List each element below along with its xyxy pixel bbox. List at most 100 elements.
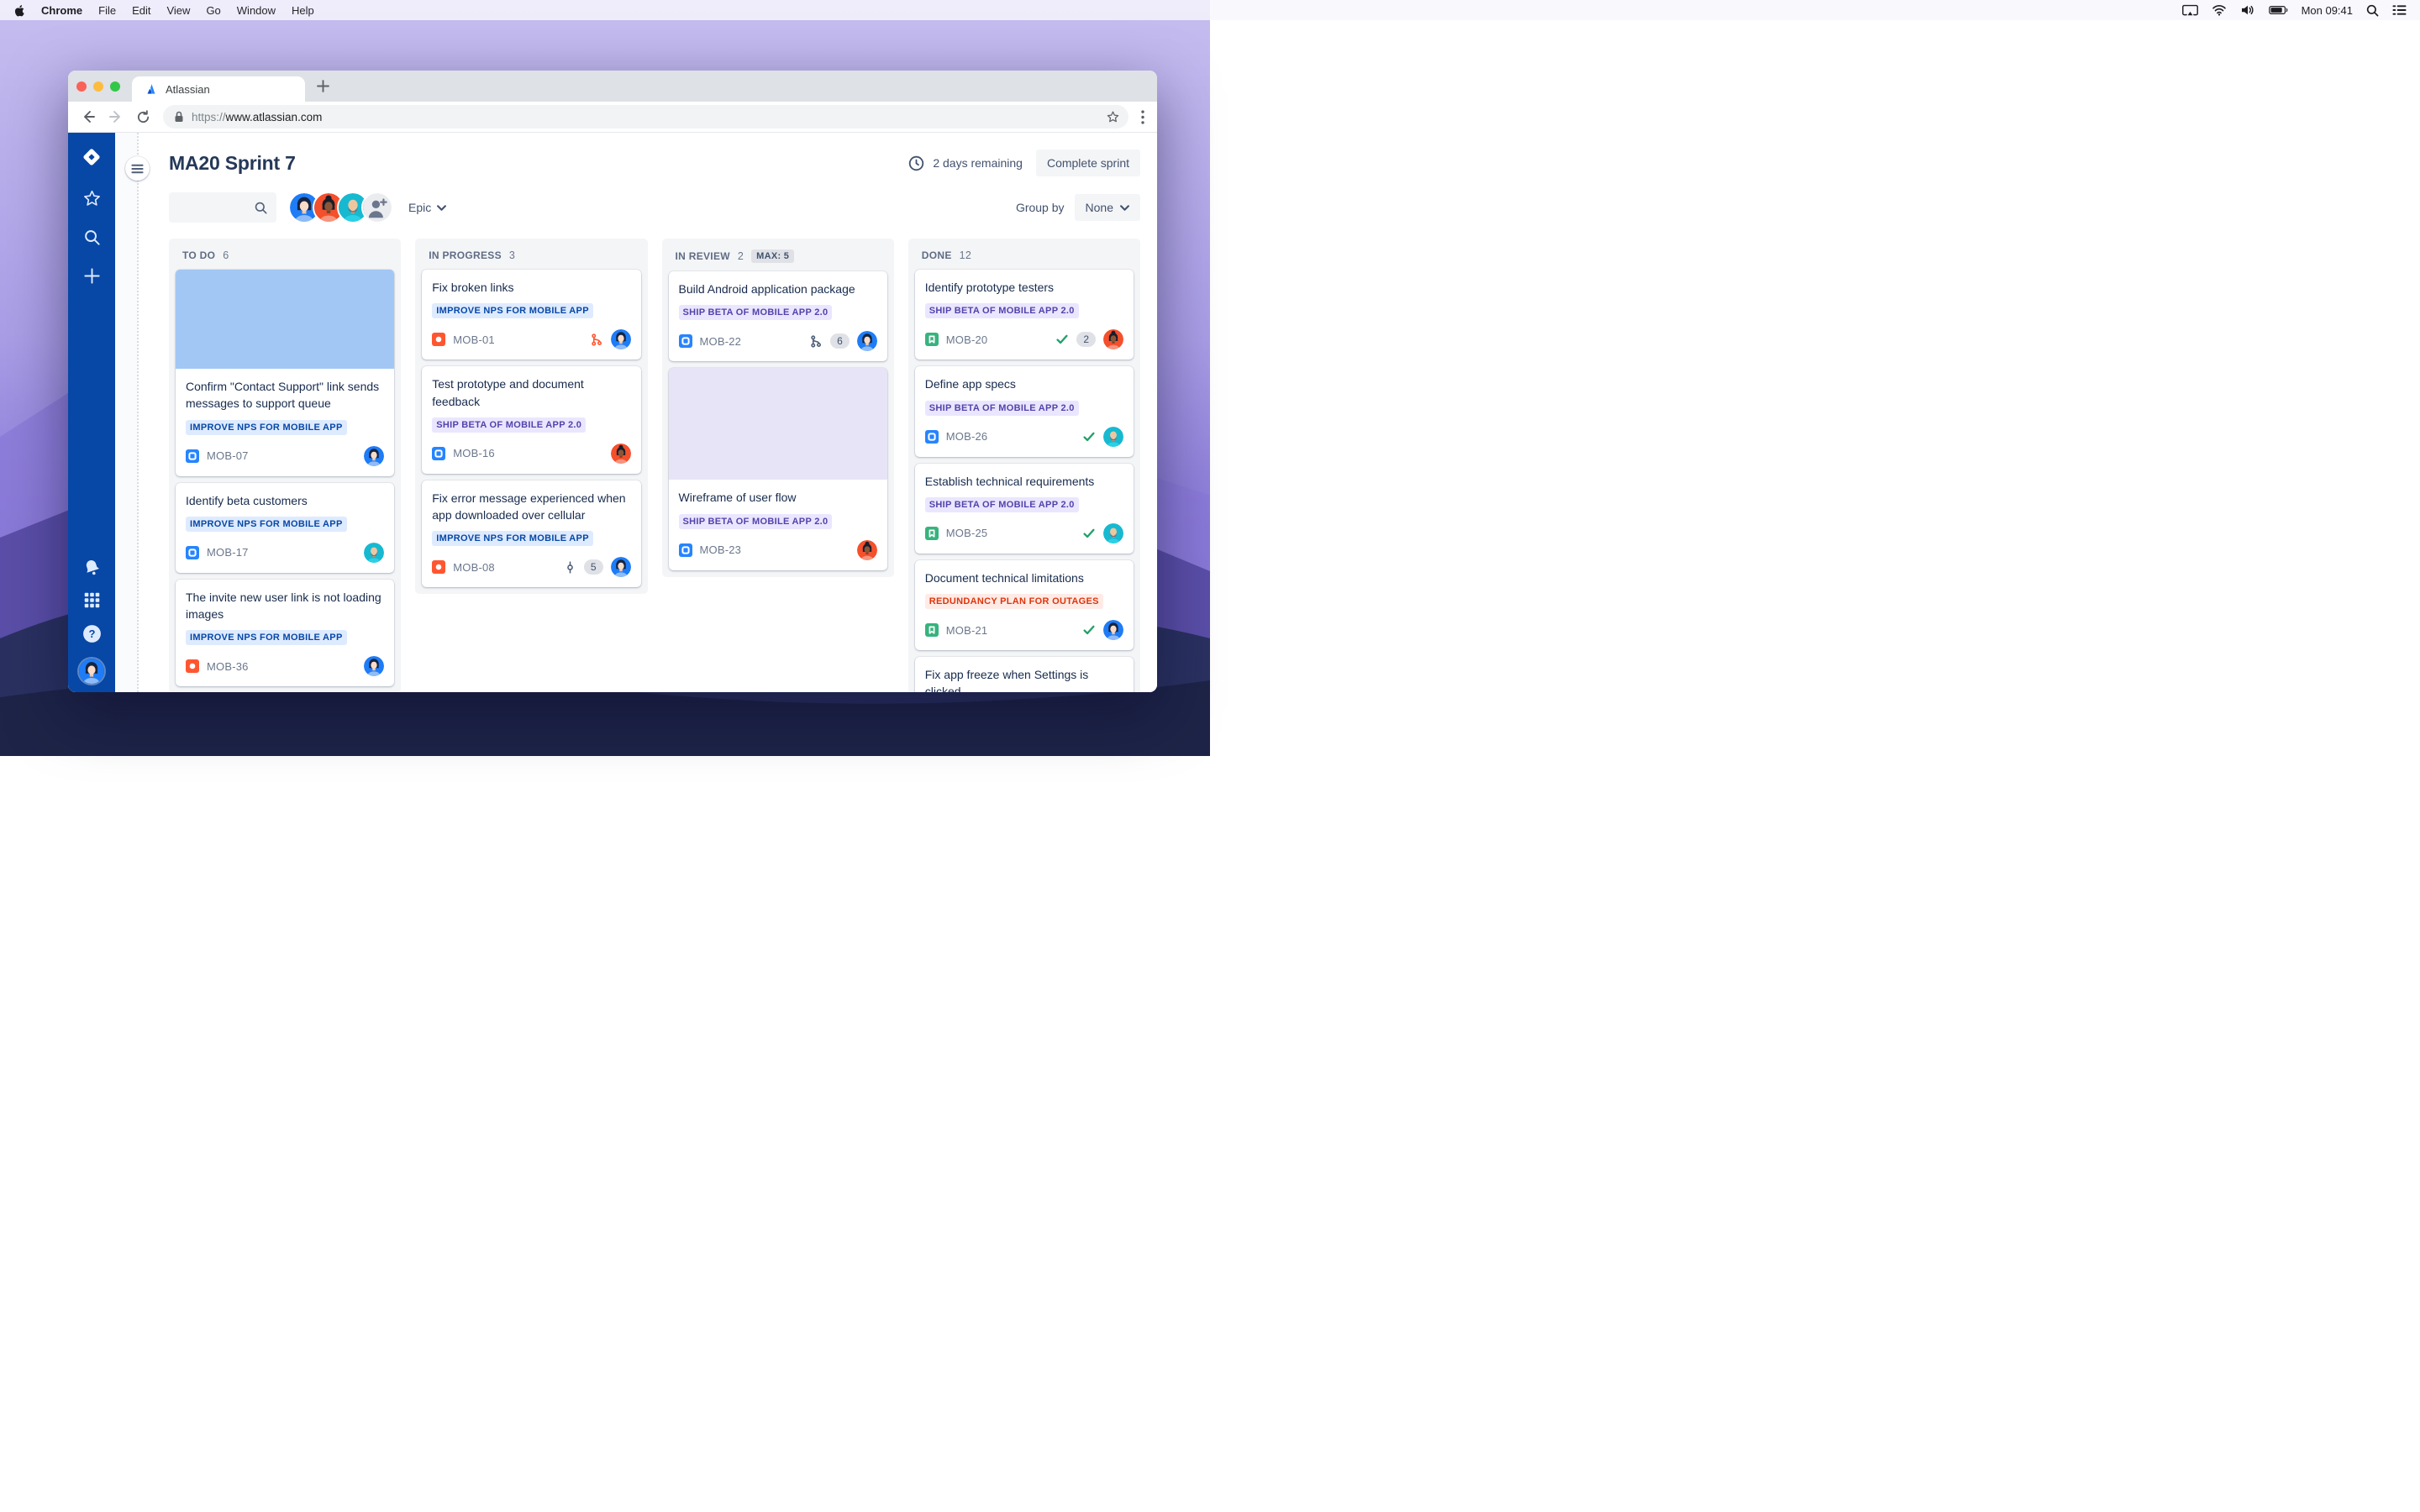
clock-icon (908, 155, 924, 171)
issue-card[interactable]: Test prototype and document feedback SHI… (422, 366, 641, 474)
menu-item-go[interactable]: Go (206, 4, 220, 17)
help-icon[interactable]: ? (82, 623, 103, 644)
menu-clock[interactable]: Mon 09:41 (2302, 4, 2353, 17)
card-title: Identify beta customers (186, 493, 308, 507)
control-center-list-icon[interactable] (2392, 4, 2407, 16)
epic-badge[interactable]: SHIP BETA OF MOBILE APP 2.0 (678, 513, 833, 529)
assignee-avatar[interactable] (856, 331, 877, 352)
issue-key: MOB-22 (699, 334, 742, 348)
task-type-icon (678, 334, 692, 349)
card-title: Document technical limitations (924, 570, 1084, 585)
epic-badge[interactable]: REDUNDANCY PLAN FOR OUTAGES (924, 594, 1103, 610)
apple-logo-icon[interactable] (13, 3, 25, 17)
issue-card[interactable]: Identify prototype testers SHIP BETA OF … (914, 270, 1134, 360)
app-switcher-grid-icon[interactable] (83, 591, 101, 609)
bookmark-star-icon[interactable] (1106, 110, 1120, 124)
menu-item-help[interactable]: Help (292, 4, 314, 17)
assignee-avatar[interactable] (610, 329, 631, 350)
jira-app: ? MA20 Sprint 7 2 days remaining Complet… (68, 133, 1157, 692)
battery-icon[interactable] (2268, 5, 2288, 15)
group-by-dropdown[interactable]: None (1074, 194, 1140, 221)
card-title: Identify prototype testers (924, 281, 1055, 294)
story-type-icon (924, 623, 939, 638)
assignee-avatar[interactable] (1103, 620, 1123, 641)
minimize-window-button[interactable] (93, 81, 103, 92)
epic-filter-dropdown[interactable]: Epic (408, 201, 447, 214)
add-people-button[interactable] (363, 193, 392, 222)
assignee-avatar[interactable] (364, 656, 385, 677)
reload-button[interactable] (136, 109, 150, 124)
assignee-avatar[interactable] (364, 445, 385, 466)
issue-key: MOB-25 (945, 527, 988, 540)
assignee-avatar[interactable] (610, 557, 631, 578)
epic-badge[interactable]: IMPROVE NPS FOR MOBILE APP (432, 303, 593, 319)
epic-badge[interactable]: SHIP BETA OF MOBILE APP 2.0 (924, 303, 1079, 319)
address-bar[interactable]: https://www.atlassian.com (163, 105, 1128, 129)
count-badge: 5 (583, 559, 603, 575)
browser-tab[interactable]: Atlassian (132, 76, 305, 102)
issue-card[interactable]: The invite new user link is not loading … (176, 579, 395, 687)
issue-key: MOB-07 (207, 449, 249, 463)
epic-badge[interactable]: IMPROVE NPS FOR MOBILE APP (186, 516, 347, 532)
issue-card[interactable]: Fix broken links IMPROVE NPS FOR MOBILE … (422, 270, 641, 360)
assignee-avatar[interactable] (610, 443, 631, 464)
issue-card[interactable]: Define app specs SHIP BETA OF MOBILE APP… (914, 366, 1134, 457)
days-remaining-text: 2 days remaining (933, 156, 1023, 170)
svg-text:?: ? (88, 627, 95, 640)
issue-card[interactable]: Confirm "Contact Support" link sends mes… (176, 270, 395, 476)
epic-badge[interactable]: SHIP BETA OF MOBILE APP 2.0 (678, 305, 833, 321)
issue-key: MOB-01 (453, 333, 495, 346)
epic-badge[interactable]: IMPROVE NPS FOR MOBILE APP (432, 531, 593, 547)
issue-card[interactable]: Wireframe of user flow SHIP BETA OF MOBI… (668, 368, 887, 570)
assignee-avatar[interactable] (1103, 522, 1123, 543)
profile-avatar[interactable] (79, 659, 104, 684)
menu-item-view[interactable]: View (166, 4, 190, 17)
close-window-button[interactable] (76, 81, 87, 92)
issue-card[interactable]: Document technical limitations REDUNDANC… (914, 559, 1134, 651)
window-controls (76, 81, 120, 92)
assignee-avatar[interactable] (1103, 329, 1123, 350)
epic-badge[interactable]: IMPROVE NPS FOR MOBILE APP (186, 630, 347, 646)
epic-badge[interactable]: SHIP BETA OF MOBILE APP 2.0 (432, 417, 587, 433)
forward-button[interactable] (108, 109, 124, 124)
spotlight-search-icon[interactable] (2366, 4, 2379, 17)
atlassian-favicon-icon (145, 82, 158, 96)
menu-item-file[interactable]: File (98, 4, 116, 17)
assignee-avatar[interactable] (364, 542, 385, 563)
menu-item-edit[interactable]: Edit (132, 4, 150, 17)
sidebar-plus-icon[interactable] (82, 266, 102, 286)
card-list: Confirm "Contact Support" link sends mes… (176, 270, 395, 687)
sidebar-star-icon[interactable] (82, 189, 102, 208)
issue-card[interactable]: Fix app freeze when Settings is clicked … (914, 657, 1134, 692)
bug-type-icon (432, 560, 446, 575)
new-tab-button[interactable] (317, 80, 329, 92)
issue-card[interactable]: Fix error message experienced when app d… (422, 480, 641, 588)
wifi-icon[interactable] (2212, 4, 2227, 16)
browser-menu-kebab-icon[interactable] (1141, 109, 1144, 124)
volume-icon[interactable] (2240, 4, 2255, 16)
tab-title: Atlassian (166, 82, 210, 96)
board-search-input[interactable] (169, 192, 276, 223)
screen-mirroring-icon[interactable] (2181, 4, 2198, 17)
complete-sprint-button[interactable]: Complete sprint (1035, 150, 1140, 176)
issue-card[interactable]: Identify beta customers IMPROVE NPS FOR … (176, 482, 395, 573)
jira-logo-icon[interactable] (79, 144, 104, 170)
assignee-avatar[interactable] (856, 539, 877, 560)
issue-card[interactable]: Establish technical requirements SHIP BE… (914, 463, 1134, 554)
column-header: TO DO 6 (176, 239, 394, 270)
zoom-window-button[interactable] (110, 81, 120, 92)
column-name: DONE (921, 249, 952, 261)
epic-badge[interactable]: SHIP BETA OF MOBILE APP 2.0 (924, 496, 1079, 512)
issue-card[interactable]: Build Android application package SHIP B… (668, 271, 887, 362)
epic-badge[interactable]: IMPROVE NPS FOR MOBILE APP (186, 419, 347, 435)
card-list: Identify prototype testers SHIP BETA OF … (914, 270, 1134, 692)
sidebar-search-icon[interactable] (82, 228, 102, 247)
back-button[interactable] (81, 109, 96, 124)
menu-app-name[interactable]: Chrome (41, 4, 82, 17)
epic-badge[interactable]: SHIP BETA OF MOBILE APP 2.0 (924, 400, 1079, 416)
notifications-bell-icon[interactable] (82, 558, 102, 577)
page-title: MA20 Sprint 7 (169, 151, 296, 174)
menu-item-window[interactable]: Window (237, 4, 276, 17)
expand-sidebar-button[interactable] (125, 156, 150, 181)
assignee-avatar[interactable] (1103, 426, 1123, 447)
